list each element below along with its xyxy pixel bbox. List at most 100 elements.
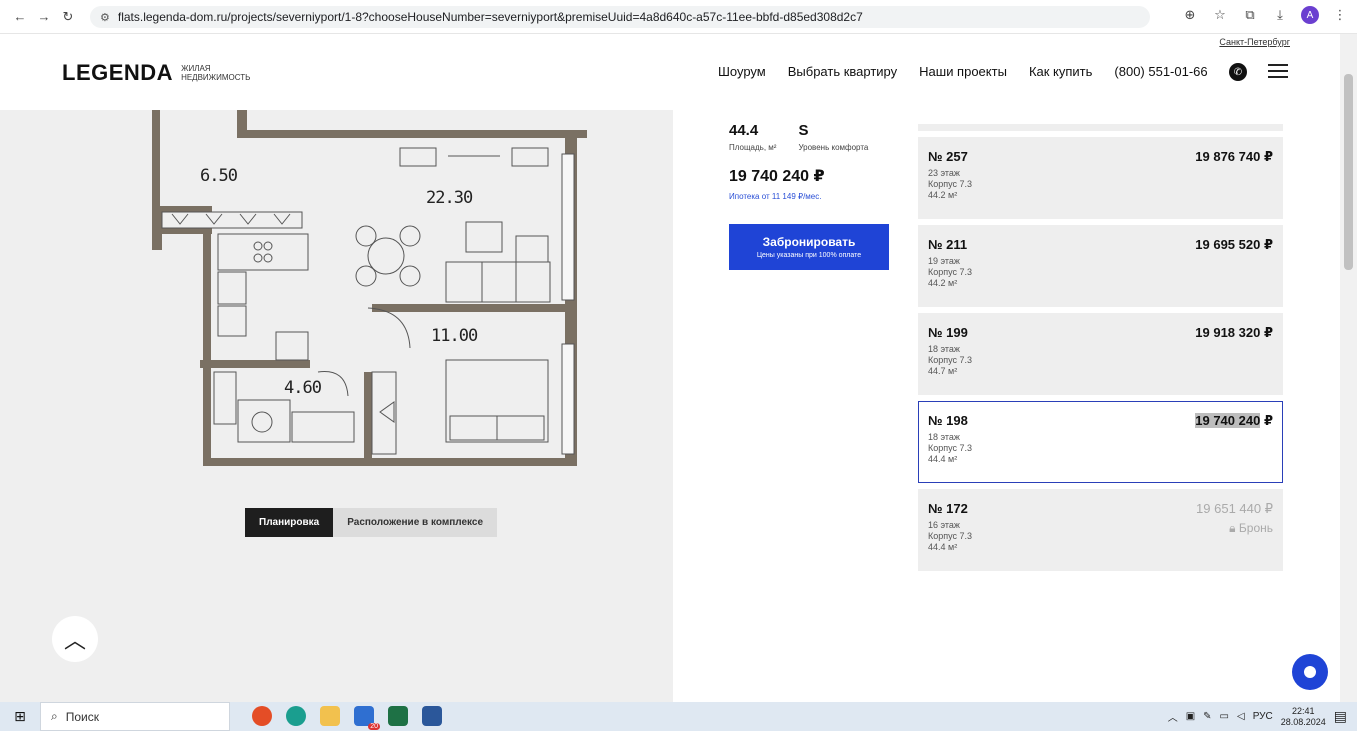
- windows-taskbar: ⊞ ⌕ Поиск: [0, 702, 1357, 731]
- card-building: Корпус 7.3: [928, 179, 973, 189]
- nav-how-to-buy[interactable]: Как купить: [1029, 64, 1092, 79]
- chrome-icon[interactable]: [252, 706, 272, 726]
- site-settings-icon[interactable]: ⚙: [100, 11, 110, 24]
- card-floor: 16 этаж: [928, 520, 960, 530]
- area-label: Площадь, м²: [729, 143, 777, 152]
- tray-volume-icon[interactable]: ◁: [1237, 711, 1245, 722]
- tray-battery-icon[interactable]: ▭: [1220, 711, 1229, 722]
- card-status-text: Бронь: [1238, 521, 1273, 535]
- mail-icon[interactable]: 20: [354, 706, 380, 730]
- plan-tabs: Планировка Расположение в комплексе: [245, 508, 498, 537]
- apartment-card-selected[interactable]: № 198 18 этаж Корпус 7.3 44.4 м² 19 740 …: [918, 401, 1283, 483]
- reload-icon[interactable]: ↻: [56, 5, 80, 29]
- card-area: 44.2 м²: [928, 278, 958, 288]
- comfort-value: S: [798, 122, 809, 139]
- tray-time: 22:41: [1291, 705, 1315, 716]
- nav-phone[interactable]: (800) 551-01-66: [1114, 64, 1207, 79]
- list-card-partial: [918, 124, 1283, 131]
- card-floor: 19 этаж: [928, 256, 960, 266]
- logo-sub-line2: НЕДВИЖИМОСТЬ: [181, 73, 251, 82]
- card-price: 19 918 320 ₽: [1195, 325, 1273, 340]
- card-price: 19 876 740 ₽: [1195, 149, 1273, 164]
- room-area-label: 11.00: [431, 326, 478, 346]
- logo-word: LEGENDA: [62, 60, 174, 85]
- download-icon[interactable]: ⤓: [1271, 7, 1289, 23]
- word-icon[interactable]: [422, 706, 442, 726]
- apartment-info: 44.4 Площадь, м² S Уровень комфорта 19 7…: [729, 122, 899, 201]
- nav-choose-apartment[interactable]: Выбрать квартиру: [788, 64, 897, 79]
- floor-plan-drawing: [152, 110, 587, 466]
- card-building: Корпус 7.3: [928, 443, 973, 453]
- apartment-card[interactable]: № 172 16 этаж Корпус 7.3 44.4 м² 19 651 …: [918, 489, 1283, 571]
- tray-clock[interactable]: 22:41 28.08.2024: [1281, 706, 1326, 728]
- chevron-up-icon: ︿: [63, 628, 86, 653]
- apartment-card[interactable]: № 199 18 этаж Корпус 7.3 44.7 м² 19 918 …: [918, 313, 1283, 395]
- book-button-note: Цены указаны при 100% оплате: [756, 252, 862, 259]
- card-floor: 18 этаж: [928, 432, 960, 442]
- mail-badge: 20: [368, 723, 380, 730]
- book-button-label: Забронировать: [762, 235, 856, 249]
- card-building: Корпус 7.3: [928, 531, 973, 541]
- file-explorer-icon[interactable]: [320, 706, 340, 726]
- logo-subtitle: ЖИЛАЯ НЕДВИЖИМОСТЬ: [181, 64, 250, 82]
- book-button[interactable]: Забронировать Цены указаны при 100% опла…: [729, 224, 889, 270]
- apartment-card[interactable]: № 211 19 этаж Корпус 7.3 44.2 м² 19 695 …: [918, 225, 1283, 307]
- site-header: Санкт-Петербург LEGENDA ЖИЛАЯ НЕДВИЖИМОС…: [0, 34, 1340, 110]
- edge-icon[interactable]: [286, 706, 306, 726]
- zoom-icon[interactable]: ⊕: [1181, 7, 1199, 23]
- card-floor: 18 этаж: [928, 344, 960, 354]
- search-icon: ⌕: [51, 709, 58, 723]
- mortgage-link[interactable]: Ипотека от 11 149 ₽/мес.: [729, 192, 899, 201]
- apartment-price: 19 740 240 ₽: [729, 168, 825, 185]
- back-icon[interactable]: ←: [8, 5, 32, 29]
- address-bar[interactable]: ⚙ flats.legenda-dom.ru/projects/severniy…: [90, 6, 1150, 28]
- room-area-label: 6.50: [200, 166, 238, 186]
- phone-icon[interactable]: ✆: [1229, 63, 1247, 81]
- page-scrollbar[interactable]: [1340, 34, 1357, 702]
- card-status: 🔒︎ Бронь: [1229, 521, 1273, 536]
- notifications-icon[interactable]: ▤: [1334, 708, 1347, 725]
- logo-sub-line1: ЖИЛАЯ: [181, 64, 211, 73]
- extensions-icon[interactable]: ⧉: [1241, 7, 1259, 23]
- bookmark-star-icon[interactable]: ☆: [1211, 7, 1229, 23]
- tab-layout[interactable]: Планировка: [245, 508, 334, 537]
- profile-avatar[interactable]: A: [1301, 6, 1319, 24]
- tray-date: 28.08.2024: [1280, 716, 1326, 727]
- nav-projects[interactable]: Наши проекты: [919, 64, 1007, 79]
- tray-network-icon[interactable]: ▣: [1186, 711, 1195, 722]
- area-value: 44.4: [729, 122, 759, 139]
- url-text: flats.legenda-dom.ru/projects/severniypo…: [117, 10, 863, 24]
- apartment-card[interactable]: № 257 23 этаж Корпус 7.3 44.2 м² 19 876 …: [918, 137, 1283, 219]
- forward-icon[interactable]: →: [32, 5, 56, 29]
- card-price: 19 695 520 ₽: [1195, 237, 1273, 252]
- city-selector[interactable]: Санкт-Петербург: [1219, 37, 1290, 47]
- logo[interactable]: LEGENDA ЖИЛАЯ НЕДВИЖИМОСТЬ: [62, 60, 250, 86]
- lock-icon: 🔒︎: [1229, 521, 1239, 535]
- card-price-highlighted: 19 740 240: [1195, 413, 1261, 428]
- tray-pen-icon[interactable]: ✎: [1203, 711, 1211, 722]
- taskbar-search-text: Поиск: [65, 709, 99, 724]
- card-building: Корпус 7.3: [928, 267, 973, 277]
- card-price-currency: ₽: [1260, 413, 1273, 428]
- tab-location-in-complex[interactable]: Расположение в комплексе: [333, 508, 498, 537]
- hamburger-menu-icon[interactable]: [1268, 64, 1288, 78]
- card-price: 19 740 240 ₽: [1195, 413, 1273, 429]
- windows-start-icon[interactable]: ⊞: [0, 702, 40, 731]
- browser-toolbar: ← → ↻ ⚙ flats.legenda-dom.ru/projects/se…: [0, 0, 1357, 34]
- tray-chevron-icon[interactable]: ︿: [1168, 709, 1178, 724]
- chat-icon: [1304, 666, 1316, 678]
- card-floor: 23 этаж: [928, 168, 960, 178]
- chat-button[interactable]: [1292, 654, 1328, 690]
- menu-kebab-icon[interactable]: ⋮: [1331, 7, 1349, 23]
- card-area: 44.4 м²: [928, 542, 958, 552]
- taskbar-apps: 20: [252, 706, 442, 730]
- card-area: 44.2 м²: [928, 190, 958, 200]
- system-tray: ︿ ▣ ✎ ▭ ◁ РУС 22:41 28.08.2024 ▤: [1168, 702, 1347, 731]
- excel-icon[interactable]: [388, 706, 408, 726]
- nav-showroom[interactable]: Шоурум: [718, 64, 766, 79]
- taskbar-search[interactable]: ⌕ Поиск: [40, 702, 230, 731]
- card-area: 44.7 м²: [928, 366, 958, 376]
- tray-language[interactable]: РУС: [1253, 711, 1273, 722]
- scroll-to-top-button[interactable]: ︿: [52, 616, 98, 662]
- scrollbar-thumb[interactable]: [1344, 74, 1353, 270]
